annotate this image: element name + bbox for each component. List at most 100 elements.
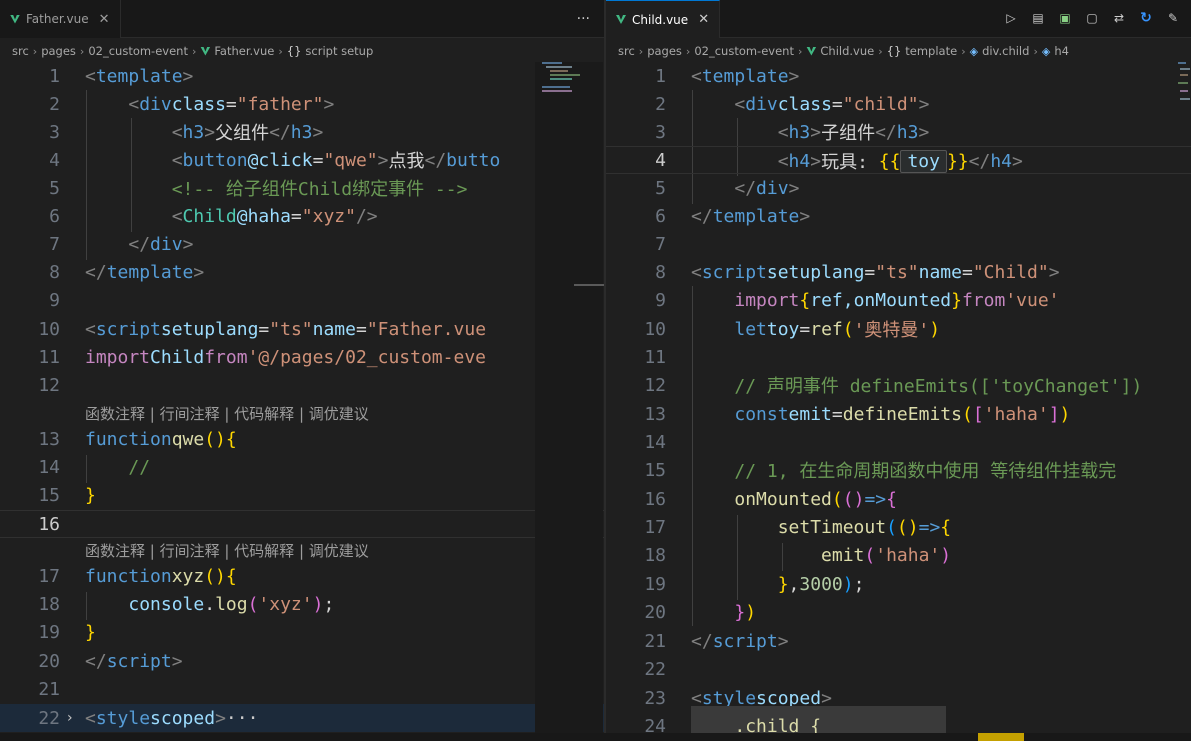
breadcrumb-item[interactable]: h4	[1054, 44, 1069, 58]
breadcrumb-item[interactable]: 02_custom-event	[694, 44, 794, 58]
code-line: 22	[644, 658, 666, 680]
file-code-icon[interactable]: ▢	[1084, 10, 1100, 26]
chevron-right-icon: ›	[638, 44, 644, 58]
status-bar	[0, 733, 1191, 741]
code-line: 20 </script >	[38, 650, 183, 672]
code-line-current: 4 < h4 > 玩具: {{toy}} </h4 >	[606, 146, 1191, 174]
chevron-right-icon: ›	[878, 44, 883, 58]
code-line: 18 console. log('xyz');	[38, 593, 335, 615]
vue-file-icon	[10, 14, 20, 24]
code-line: 10 let toy = ref('奥特曼')	[644, 318, 941, 342]
vue-file-icon	[616, 15, 626, 24]
chevron-right-icon: ›	[79, 44, 85, 58]
code-line: 3 < h3 > 子组件 </h3 >	[655, 121, 930, 145]
codelens-actions[interactable]: 函数注释 | 行间注释 | 代码解释 | 调优建议	[85, 540, 369, 560]
breadcrumb: src › pages › 02_custom-event › Father.v…	[12, 42, 373, 60]
preview-icon[interactable]: ▤	[1030, 10, 1046, 26]
minimap[interactable]	[540, 62, 604, 292]
code-line: 15 }	[38, 484, 96, 506]
code-line: 20 })	[644, 601, 757, 623]
close-icon[interactable]: ✕	[99, 12, 110, 27]
code-line: 2 < div class = "father" >	[49, 93, 335, 115]
code-line: 9 import { ref,onMounted } from 'vue'	[655, 289, 1060, 311]
code-line: 9	[49, 289, 60, 311]
code-line: 14 //	[38, 456, 151, 478]
vue-file-icon	[200, 46, 211, 56]
code-line: 1 < template >	[49, 65, 194, 87]
code-line: 13 function qwe() {	[38, 428, 237, 450]
code-editor-father[interactable]: 1 < template > 2 < div class = "father" > 3 < h…	[0, 62, 604, 741]
edit-check-icon[interactable]: ▣	[1057, 10, 1073, 26]
tab-child-vue[interactable]: Child.vue ✕	[606, 0, 721, 38]
more-actions-icon[interactable]: ···	[577, 11, 590, 27]
codelens-actions[interactable]: 函数注释 | 行间注释 | 代码解释 | 调优建议	[85, 403, 369, 423]
close-icon[interactable]: ✕	[698, 12, 709, 27]
code-line: 1 < template >	[655, 65, 800, 87]
run-icon[interactable]: ▷	[1003, 10, 1019, 26]
code-line: 17 function xyz() {	[38, 565, 237, 587]
scrollbar-thumb[interactable]	[574, 284, 604, 286]
chevron-right-icon: ›	[191, 44, 197, 58]
breadcrumb-item[interactable]: src	[618, 44, 635, 58]
chevron-right-icon: ›	[797, 44, 803, 58]
element-cube-icon: ◈	[969, 44, 979, 58]
code-line: 21 </script >	[644, 630, 789, 652]
right-editor-group: Child.vue ✕ ▷ ▤ ▣ ▢ ⇄ ↻ ✎ src › pages › …	[606, 0, 1191, 741]
code-line: 7 </div >	[49, 233, 194, 255]
vue-file-icon	[806, 46, 817, 56]
code-line-current: 16	[0, 510, 604, 538]
code-line: 16 onMounted(() =>{	[644, 488, 897, 510]
code-line: 8 < script setup lang = "ts" name = "Child" >	[655, 261, 1060, 283]
code-line: 6 < Child @haha = "xyz" />	[49, 205, 378, 227]
code-line: 12 // 声明事件 defineEmits(['toyChanget'])	[644, 374, 1143, 398]
minimap[interactable]	[1178, 62, 1190, 292]
code-editor-child[interactable]: 1 < template > 2 < div class = "child" > 3 < h3…	[606, 62, 1191, 741]
breadcrumb-item[interactable]: div.child	[982, 44, 1029, 58]
breadcrumb-item[interactable]: script setup	[305, 44, 373, 58]
braces-icon: {}	[886, 44, 902, 58]
refresh-icon[interactable]: ↻	[1138, 10, 1154, 26]
code-line: 12	[38, 374, 60, 396]
source-control-icon[interactable]: ⇄	[1111, 10, 1127, 26]
breadcrumb-item[interactable]: pages	[41, 44, 76, 58]
tab-label: Child.vue	[632, 12, 689, 27]
breadcrumb-item[interactable]: Father.vue	[214, 44, 274, 58]
code-line: 13 const emit = defineEmits(['haha'])	[644, 403, 1071, 425]
code-line: 4 < button @click = "qwe" > 点我 </butto	[49, 149, 501, 173]
code-line-folded: 22 › < style scoped > ···	[0, 704, 604, 732]
braces-icon: {}	[286, 44, 302, 58]
chevron-right-icon: ›	[1033, 44, 1038, 58]
breadcrumb-item[interactable]: 02_custom-event	[88, 44, 188, 58]
chevron-right-icon: ›	[278, 44, 283, 58]
breadcrumb-item[interactable]: src	[12, 44, 29, 58]
code-line: 14	[644, 431, 666, 453]
code-line: 6 </template >	[655, 205, 811, 227]
code-line: 11 import Child from '@/pages/02_custom-…	[38, 346, 486, 368]
code-line: 19 }, 3000);	[644, 573, 865, 595]
code-line: 3 < h3 > 父组件 </h3 >	[49, 121, 324, 145]
code-line: 11	[644, 346, 666, 368]
chevron-right-icon: ›	[32, 44, 38, 58]
left-tab-bar: Father.vue ✕ ···	[0, 0, 604, 38]
code-line: 10 < script setup lang = "ts" name = "Father.…	[38, 318, 487, 340]
pencil-icon[interactable]: ✎	[1165, 10, 1181, 26]
breadcrumb-item[interactable]: pages	[647, 44, 682, 58]
code-line: 15 // 1, 在生命周期函数中使用 等待组件挂载完	[644, 459, 1117, 483]
right-tab-bar: Child.vue ✕ ▷ ▤ ▣ ▢ ⇄ ↻ ✎	[606, 0, 1191, 38]
code-line: 5 <!-- 给子组件Child绑定事件 -->	[49, 177, 468, 201]
breadcrumb-item[interactable]: Child.vue	[820, 44, 874, 58]
code-line: 5 </div >	[655, 177, 800, 199]
breadcrumb: src › pages › 02_custom-event › Child.vu…	[618, 42, 1069, 60]
tab-label: Father.vue	[26, 12, 89, 26]
highlighted-word: toy	[900, 149, 947, 173]
chevron-right-icon[interactable]: ›	[67, 710, 73, 726]
tab-father-vue[interactable]: Father.vue ✕	[0, 0, 121, 38]
code-line: 2 < div class = "child" >	[655, 93, 930, 115]
chevron-right-icon: ›	[685, 44, 691, 58]
editor-actions: ▷ ▤ ▣ ▢ ⇄ ↻ ✎	[1003, 10, 1181, 26]
element-cube-icon: ◈	[1041, 44, 1051, 58]
status-badge[interactable]	[978, 733, 1024, 741]
code-line: 18 emit('haha')	[644, 544, 952, 566]
chevron-right-icon: ›	[961, 44, 966, 58]
breadcrumb-item[interactable]: template	[905, 44, 957, 58]
